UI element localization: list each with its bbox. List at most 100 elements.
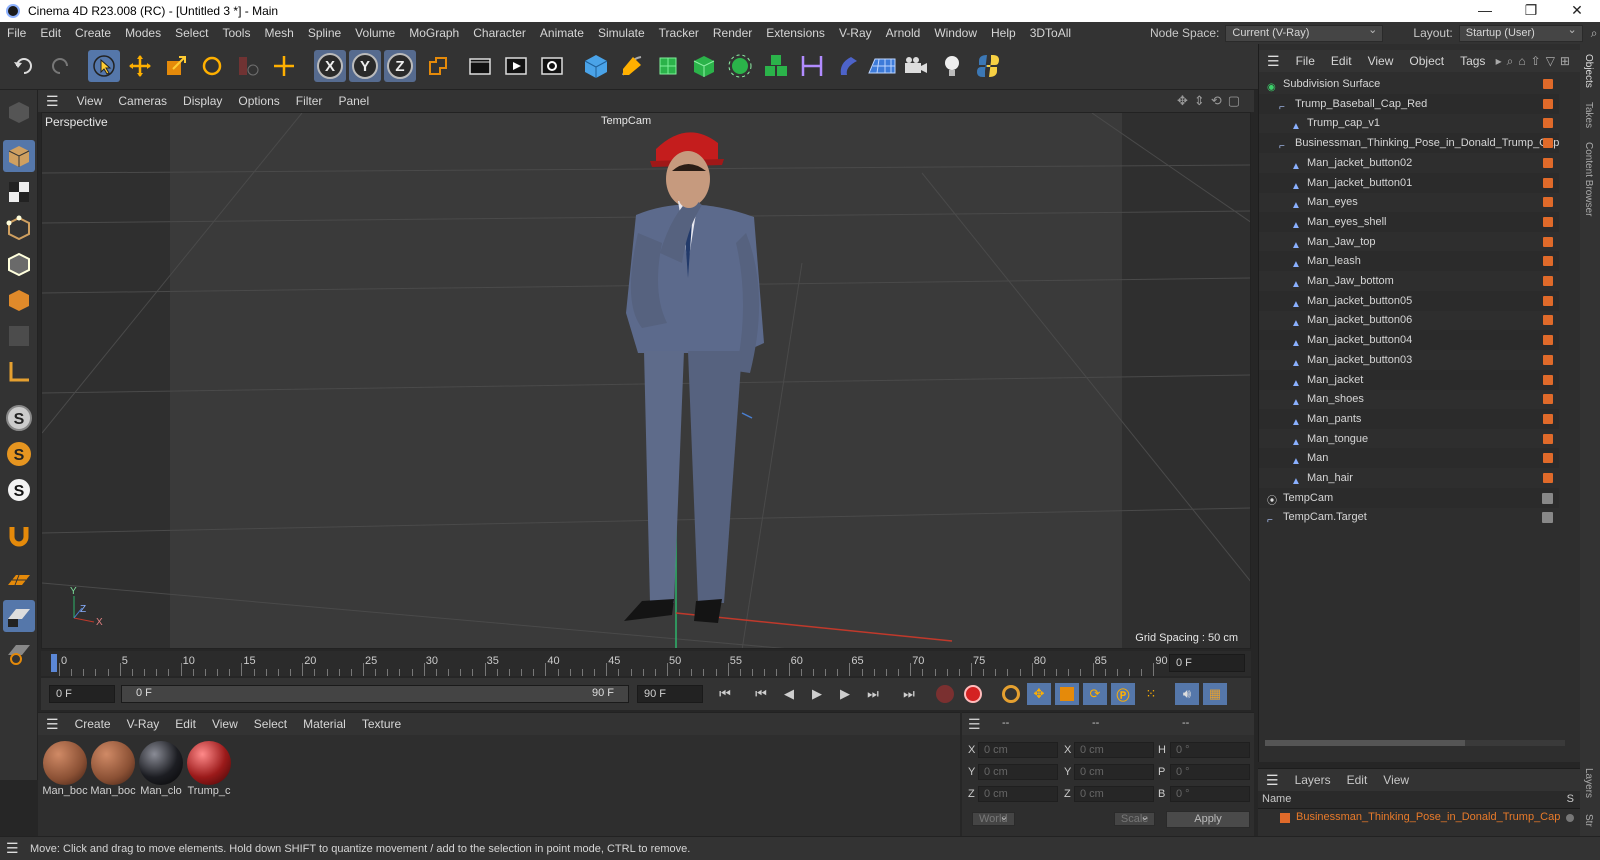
tab-layers[interactable]: Layers: [1583, 768, 1594, 798]
coord-mode-select[interactable]: World: [972, 812, 1015, 826]
material-tag-icon[interactable]: [1543, 79, 1553, 89]
menu-select[interactable]: Select: [168, 22, 215, 44]
magnet-icon[interactable]: [3, 520, 35, 552]
material-tag-icon[interactable]: [1543, 216, 1553, 227]
menu-file[interactable]: File: [0, 22, 33, 44]
menu-simulate[interactable]: Simulate: [591, 22, 652, 44]
object-row[interactable]: ▲ Trump_cap_v1: [1259, 113, 1559, 133]
snap-dark-icon[interactable]: S: [3, 474, 35, 506]
menu-edit[interactable]: Edit: [33, 22, 68, 44]
mograph-cloner-icon[interactable]: [724, 50, 756, 82]
menu-tools[interactable]: Tools: [215, 22, 257, 44]
material-swatch[interactable]: Man_boc: [42, 741, 88, 797]
viewport-menu-cameras[interactable]: Cameras: [110, 94, 175, 108]
menu-create[interactable]: Create: [68, 22, 118, 44]
coord-size-z-input[interactable]: 0 cm: [1074, 786, 1154, 802]
render-region-icon[interactable]: [464, 50, 496, 82]
snap-s-icon[interactable]: S: [3, 402, 35, 434]
play-icon[interactable]: ▶: [805, 683, 829, 705]
layer-row[interactable]: Businessman_Thinking_Pose_in_Donald_Trum…: [1258, 809, 1580, 827]
object-menu-view[interactable]: View: [1360, 54, 1402, 68]
object-row[interactable]: ▲ Man_Jaw_top: [1259, 232, 1559, 252]
menu-animate[interactable]: Animate: [533, 22, 591, 44]
material-swatch[interactable]: Man_clo: [138, 741, 184, 797]
key-rotation-icon[interactable]: ⟳: [1083, 683, 1107, 705]
coord-rot-h-input[interactable]: 0 °: [1170, 742, 1250, 758]
material-tag-icon[interactable]: [1543, 197, 1553, 208]
start-frame-field[interactable]: 0 F: [49, 685, 115, 703]
material-menu-select[interactable]: Select: [246, 717, 295, 731]
sound-icon[interactable]: 🔊︎: [1175, 683, 1199, 705]
lock-workplane-icon[interactable]: [3, 600, 35, 632]
object-menu-edit[interactable]: Edit: [1323, 54, 1360, 68]
timeline-settings-icon[interactable]: ▦: [1203, 683, 1227, 705]
minimize-button[interactable]: —: [1462, 0, 1508, 22]
material-menu-edit[interactable]: Edit: [167, 717, 204, 731]
object-row[interactable]: ◉ Subdivision Surface: [1259, 74, 1559, 94]
recent-tools-icon[interactable]: [232, 50, 264, 82]
object-row[interactable]: ▲ Man_tongue: [1259, 429, 1559, 449]
3d-viewport[interactable]: Perspective TempCam Grid Spacing : 50 cm…: [41, 112, 1251, 649]
material-tag-icon[interactable]: [1543, 354, 1553, 365]
material-tag-icon[interactable]: [1543, 473, 1553, 483]
apply-button[interactable]: Apply: [1166, 811, 1250, 828]
material-tag-icon[interactable]: [1543, 118, 1553, 129]
object-row[interactable]: ⌐ TempCam.Target: [1259, 507, 1559, 527]
menu-extensions[interactable]: Extensions: [759, 22, 832, 44]
camera-tag-icon[interactable]: [1542, 512, 1553, 524]
tab-content-browser[interactable]: Content Browser: [1583, 142, 1594, 216]
object-row[interactable]: ▲ Man_jacket_button02: [1259, 153, 1559, 173]
scale-icon[interactable]: [160, 50, 192, 82]
floor-icon[interactable]: [832, 50, 864, 82]
prev-frame-icon[interactable]: ◀: [777, 683, 801, 705]
z-axis-icon[interactable]: Z: [384, 50, 416, 82]
y-axis-icon[interactable]: Y: [349, 50, 381, 82]
search-icon[interactable]: ⌕: [1591, 26, 1598, 41]
material-tag-icon[interactable]: [1543, 157, 1553, 168]
close-button[interactable]: ✕: [1554, 0, 1600, 22]
render-settings-icon[interactable]: [536, 50, 568, 82]
edges-mode-icon[interactable]: [3, 248, 35, 280]
move-icon[interactable]: [124, 50, 156, 82]
material-menu-icon[interactable]: ☰: [46, 716, 59, 733]
object-toolbar-icons[interactable]: ▸⌕⌂⇧▽⊞: [1496, 54, 1575, 69]
object-row[interactable]: ▲ Man_hair: [1259, 468, 1559, 488]
object-row[interactable]: ▲ Man_jacket_button01: [1259, 172, 1559, 193]
frame-range-slider[interactable]: 0 F 90 F: [121, 685, 629, 703]
menu-volume[interactable]: Volume: [348, 22, 402, 44]
pen-icon[interactable]: [616, 50, 648, 82]
key-param-icon[interactable]: Ⓟ: [1111, 683, 1135, 705]
material-swatch[interactable]: Trump_c: [186, 741, 232, 797]
world-coordinate-icon[interactable]: [422, 50, 454, 82]
object-row[interactable]: ⦿ TempCam: [1259, 487, 1559, 508]
make-editable-icon[interactable]: [3, 96, 35, 128]
model-mode-icon[interactable]: [3, 140, 35, 172]
object-menu-object[interactable]: Object: [1401, 54, 1452, 68]
viewport-menu-icon[interactable]: ☰: [46, 93, 59, 110]
grid-floor-icon[interactable]: [866, 50, 898, 82]
object-row[interactable]: ⌐ Businessman_Thinking_Pose_in_Donald_Tru…: [1259, 133, 1559, 154]
camera-tag-icon[interactable]: [1542, 492, 1553, 504]
menu-spline[interactable]: Spline: [301, 22, 348, 44]
texture-mode-icon[interactable]: [3, 176, 35, 208]
axis-mode-icon[interactable]: [3, 356, 35, 388]
material-tag-icon[interactable]: [1543, 433, 1553, 444]
material-tag-icon[interactable]: [1543, 276, 1553, 286]
material-menu-view[interactable]: View: [204, 717, 246, 731]
material-tag-icon[interactable]: [1543, 374, 1553, 385]
viewport-menu-display[interactable]: Display: [175, 94, 230, 108]
goto-end-icon[interactable]: ⏭: [897, 683, 921, 705]
tab-objects[interactable]: Objects: [1583, 54, 1594, 88]
array-icon[interactable]: [760, 50, 792, 82]
select-arrow-icon[interactable]: [88, 50, 120, 82]
record-disabled-icon[interactable]: [933, 683, 957, 705]
material-tag-icon[interactable]: [1543, 453, 1553, 464]
object-row[interactable]: ⌐ Trump_Baseball_Cap_Red: [1259, 93, 1559, 114]
coord-scale-select[interactable]: Scale: [1113, 812, 1156, 826]
node-space-select[interactable]: Current (V-Ray): [1225, 23, 1384, 42]
timeline-playhead[interactable]: [51, 654, 57, 672]
object-row[interactable]: ▲ Man_eyes_shell: [1259, 211, 1559, 232]
live-selection-icon[interactable]: [268, 50, 300, 82]
material-tag-icon[interactable]: [1543, 98, 1553, 109]
key-scale-icon[interactable]: [1055, 683, 1079, 705]
